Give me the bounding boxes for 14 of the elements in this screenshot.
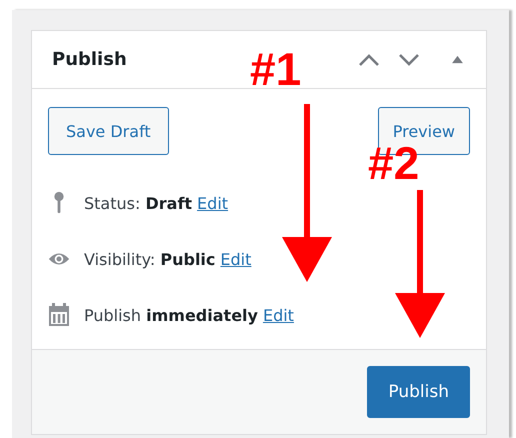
edit-link[interactable]: Edit — [197, 194, 228, 212]
move-down-icon[interactable] — [397, 52, 421, 68]
annotation-label: #1 — [250, 46, 302, 92]
secondary-button[interactable]: Save Draft — [48, 107, 169, 155]
collapse-icon[interactable] — [451, 55, 464, 64]
edit-link[interactable]: Edit — [220, 250, 252, 268]
meta-label: Visibility: Public — [84, 250, 216, 268]
box-title: Publish — [52, 49, 127, 70]
move-up-icon[interactable] — [357, 52, 381, 68]
publish-button[interactable]: Publish — [367, 366, 470, 418]
edit-link[interactable]: Edit — [262, 306, 294, 324]
meta-label: Publish immediately — [84, 306, 258, 324]
meta-label: Status: Draft — [84, 194, 192, 212]
calendar-icon — [48, 303, 70, 327]
